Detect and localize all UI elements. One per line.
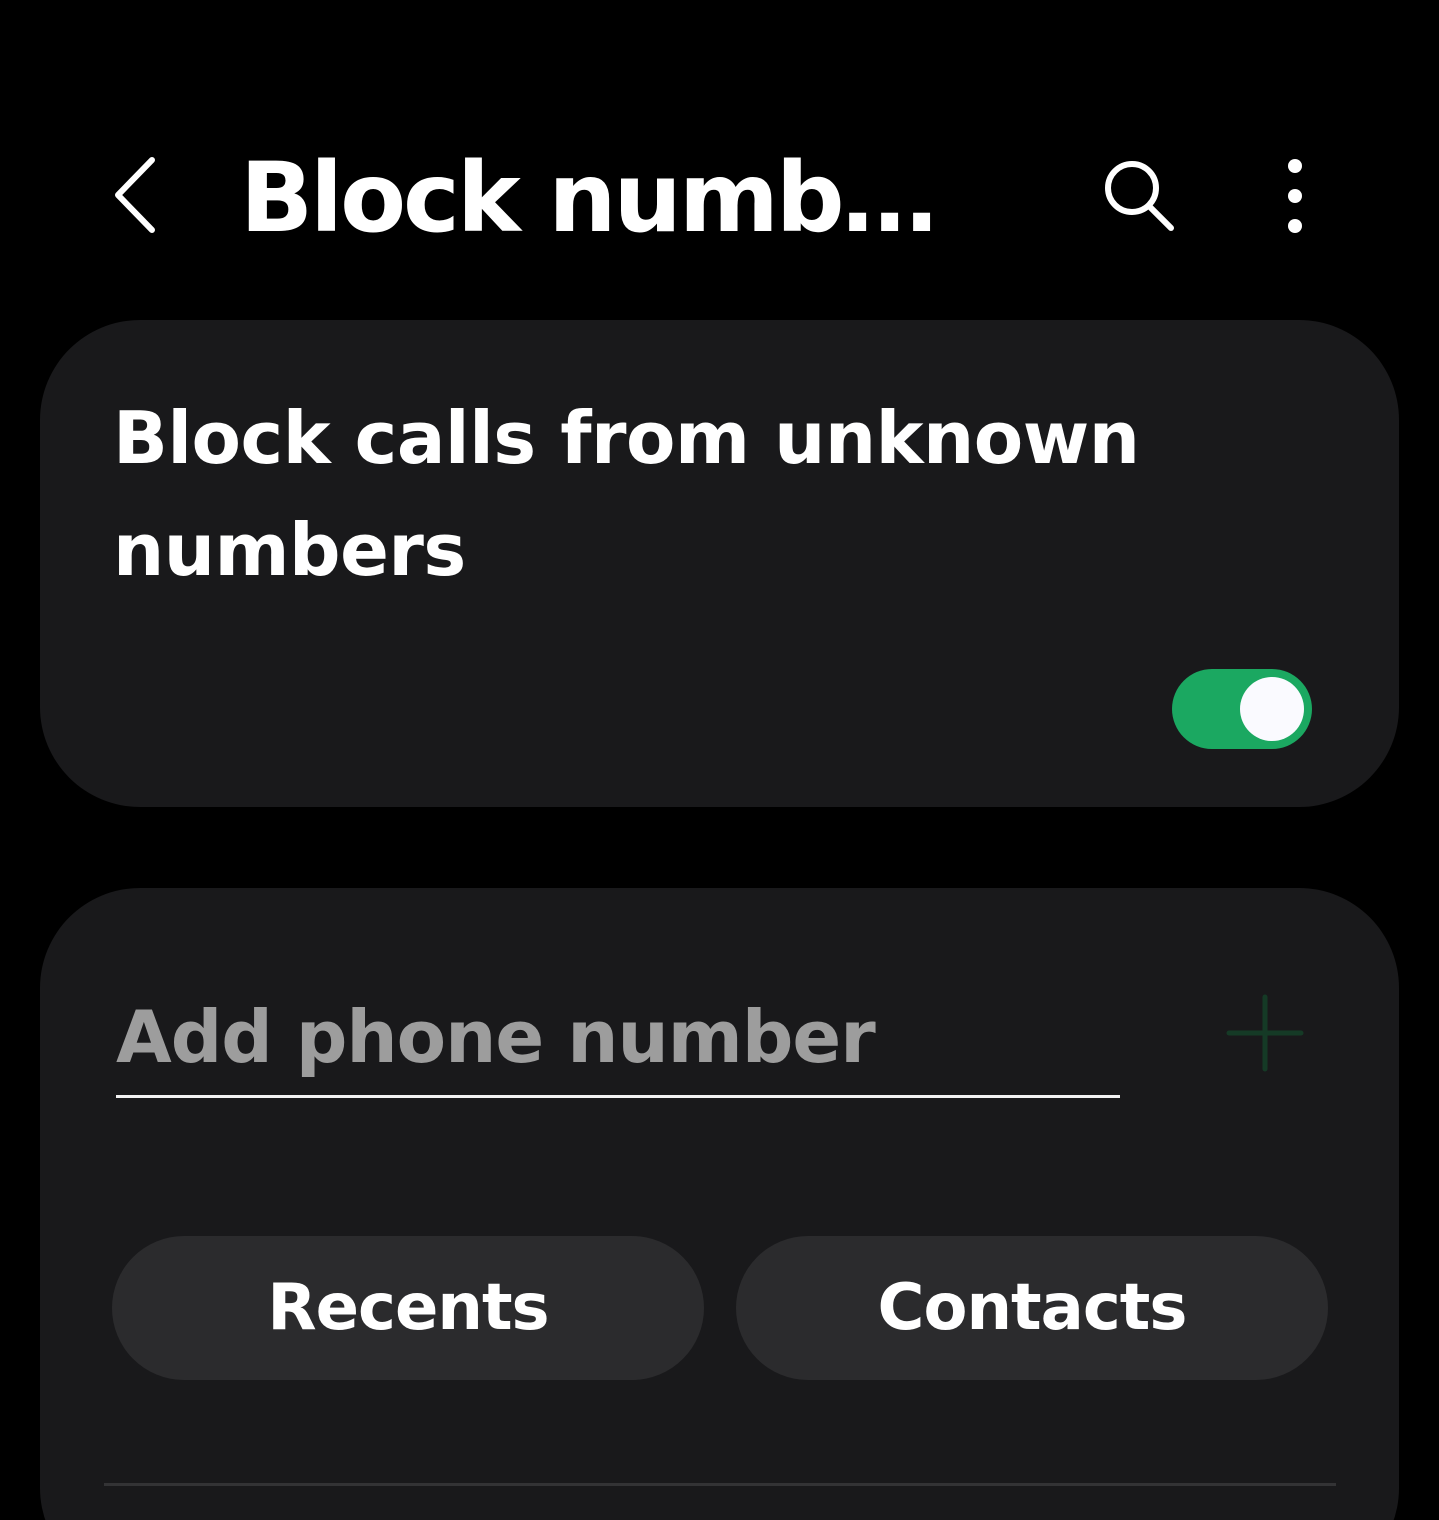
search-icon (1104, 160, 1174, 231)
divider (104, 1483, 1336, 1486)
add-number-card: Recents Contacts (40, 888, 1399, 1520)
block-unknown-card[interactable]: Block calls from unknown numbers (40, 320, 1399, 807)
page-title: Block numb… (240, 142, 938, 254)
block-unknown-toggle[interactable] (1172, 669, 1312, 749)
contacts-button[interactable]: Contacts (736, 1236, 1328, 1380)
toggle-knob (1240, 677, 1304, 741)
more-options-button[interactable] (1255, 148, 1335, 243)
back-button[interactable] (100, 140, 180, 250)
add-number-button[interactable] (1220, 988, 1310, 1078)
more-vertical-icon (1288, 158, 1302, 233)
chevron-left-icon (115, 157, 155, 233)
recents-button[interactable]: Recents (112, 1236, 704, 1380)
block-unknown-label: Block calls from unknown numbers (113, 396, 1140, 592)
phone-number-input[interactable] (116, 978, 1120, 1098)
block-numbers-screen: Block numb… Block calls from unknown num… (0, 0, 1439, 1520)
plus-icon (1226, 994, 1304, 1072)
search-button[interactable] (1090, 148, 1185, 243)
